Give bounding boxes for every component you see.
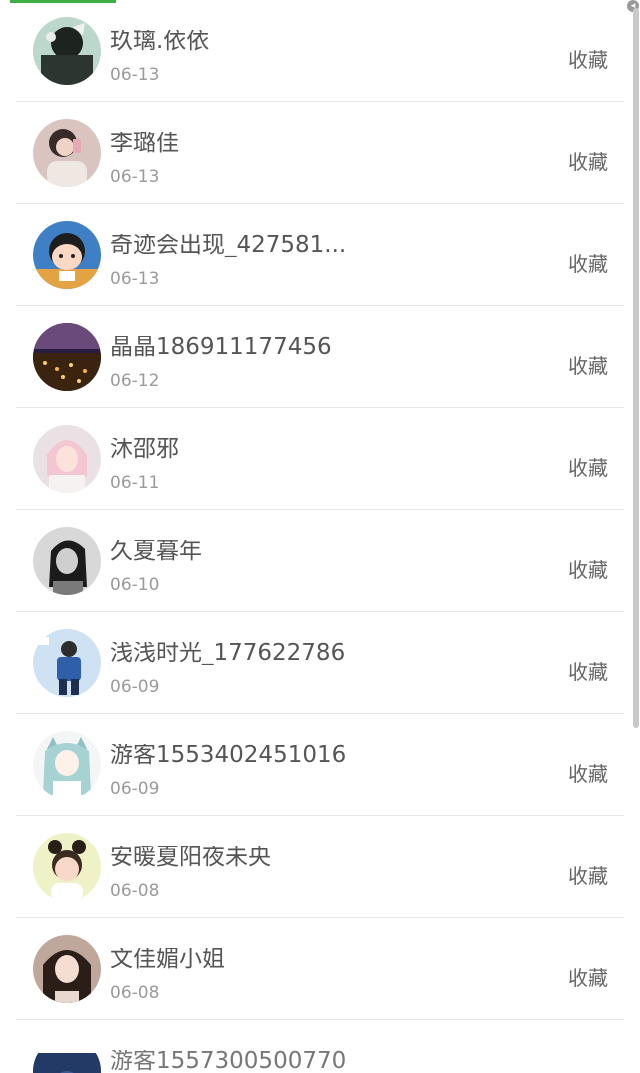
- favorite-button[interactable]: 收藏: [568, 764, 608, 784]
- avatar[interactable]: [33, 731, 101, 799]
- user-name: 久夏暮年: [110, 540, 202, 563]
- favorite-button[interactable]: 收藏: [568, 866, 608, 886]
- user-list: 玖璃.依依 06-13 收藏 李璐佳 06-13 收藏 奇迹会出现_427581…: [0, 0, 640, 1073]
- date-label: 06-09: [110, 677, 160, 697]
- user-name: 奇迹会出现_427581...: [110, 234, 347, 257]
- avatar[interactable]: [33, 17, 101, 85]
- date-label: 06-08: [110, 881, 160, 901]
- list-item[interactable]: 沐邵邪 06-11 收藏: [16, 408, 624, 510]
- avatar[interactable]: [33, 935, 101, 1003]
- list-item[interactable]: 安暖夏阳夜未央 06-08 收藏: [16, 816, 624, 918]
- list-item[interactable]: 浅浅时光_177622786 06-09 收藏: [16, 612, 624, 714]
- favorite-button[interactable]: 收藏: [568, 458, 608, 478]
- user-name: 浅浅时光_177622786: [110, 642, 346, 665]
- avatar[interactable]: [33, 323, 101, 391]
- avatar[interactable]: [33, 119, 101, 187]
- date-label: 06-13: [110, 65, 160, 85]
- user-name: 文佳媚小姐: [110, 948, 225, 971]
- date-label: 06-09: [110, 779, 160, 799]
- favorite-button[interactable]: 收藏: [568, 356, 608, 376]
- favorite-button[interactable]: 收藏: [568, 560, 608, 580]
- date-label: 06-13: [110, 269, 160, 289]
- list-item[interactable]: 玖璃.依依 06-13 收藏: [16, 0, 624, 102]
- avatar[interactable]: [33, 221, 101, 289]
- user-name: 晶晶186911177456: [110, 336, 332, 359]
- avatar[interactable]: [33, 629, 101, 697]
- user-name: 游客1557300500770: [110, 1050, 347, 1073]
- avatar[interactable]: [33, 425, 101, 493]
- date-label: 06-13: [110, 167, 160, 187]
- date-label: 06-12: [110, 371, 160, 391]
- favorite-button[interactable]: 收藏: [568, 50, 608, 70]
- user-name: 游客1553402451016: [110, 744, 347, 767]
- avatar[interactable]: [33, 527, 101, 595]
- user-name: 沐邵邪: [110, 438, 179, 461]
- favorite-button[interactable]: 收藏: [568, 152, 608, 172]
- list-item[interactable]: 文佳媚小姐 06-08 收藏: [16, 918, 624, 1020]
- favorite-button[interactable]: 收藏: [568, 254, 608, 274]
- list-item[interactable]: 奇迹会出现_427581... 06-13 收藏: [16, 204, 624, 306]
- user-name: 安暖夏阳夜未央: [110, 846, 271, 869]
- avatar[interactable]: [33, 1037, 101, 1073]
- list-item[interactable]: 游客1557300500770: [16, 1020, 624, 1073]
- list-item[interactable]: 游客1553402451016 06-09 收藏: [16, 714, 624, 816]
- user-name: 玖璃.依依: [110, 30, 210, 53]
- date-label: 06-11: [110, 473, 160, 493]
- list-item[interactable]: 李璐佳 06-13 收藏: [16, 102, 624, 204]
- favorite-button[interactable]: 收藏: [568, 968, 608, 988]
- favorite-button[interactable]: 收藏: [568, 662, 608, 682]
- date-label: 06-10: [110, 575, 160, 595]
- list-item[interactable]: 晶晶186911177456 06-12 收藏: [16, 306, 624, 408]
- avatar[interactable]: [33, 833, 101, 901]
- date-label: 06-08: [110, 983, 160, 1003]
- user-name: 李璐佳: [110, 132, 179, 155]
- list-item[interactable]: 久夏暮年 06-10 收藏: [16, 510, 624, 612]
